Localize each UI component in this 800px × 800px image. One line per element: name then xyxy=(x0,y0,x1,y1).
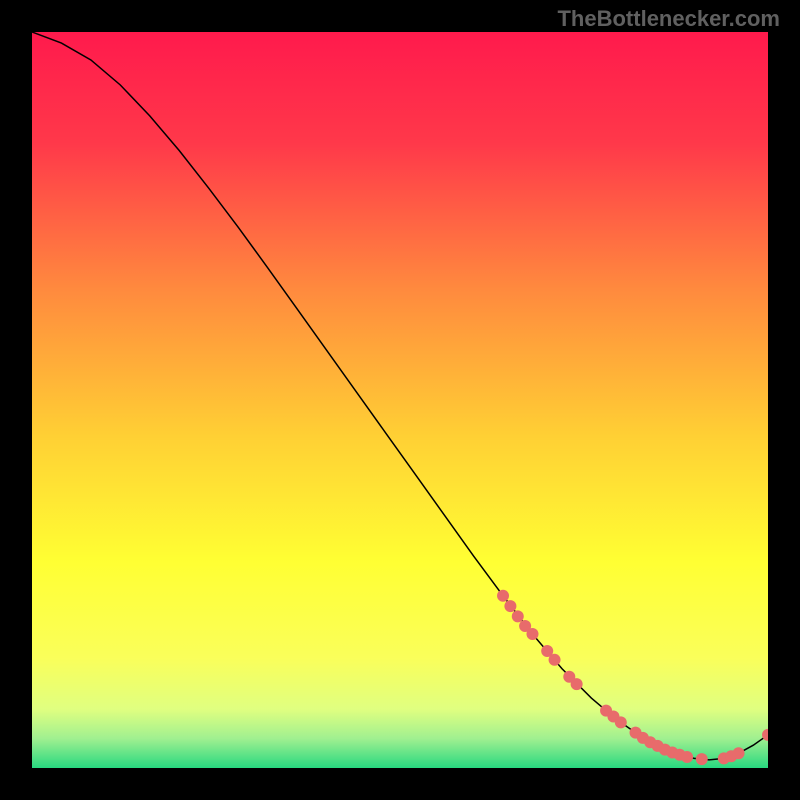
chart-svg xyxy=(32,32,768,768)
chart-point xyxy=(571,678,583,690)
chart-point xyxy=(526,628,538,640)
chart-point xyxy=(733,747,745,759)
chart-plot-area xyxy=(32,32,768,768)
chart-point xyxy=(512,610,524,622)
chart-point xyxy=(549,654,561,666)
chart-background xyxy=(32,32,768,768)
chart-point xyxy=(681,751,693,763)
chart-point xyxy=(504,600,516,612)
chart-point xyxy=(615,716,627,728)
chart-point xyxy=(696,753,708,765)
chart-point xyxy=(497,590,509,602)
watermark-text: TheBottlenecker.com xyxy=(557,6,780,32)
